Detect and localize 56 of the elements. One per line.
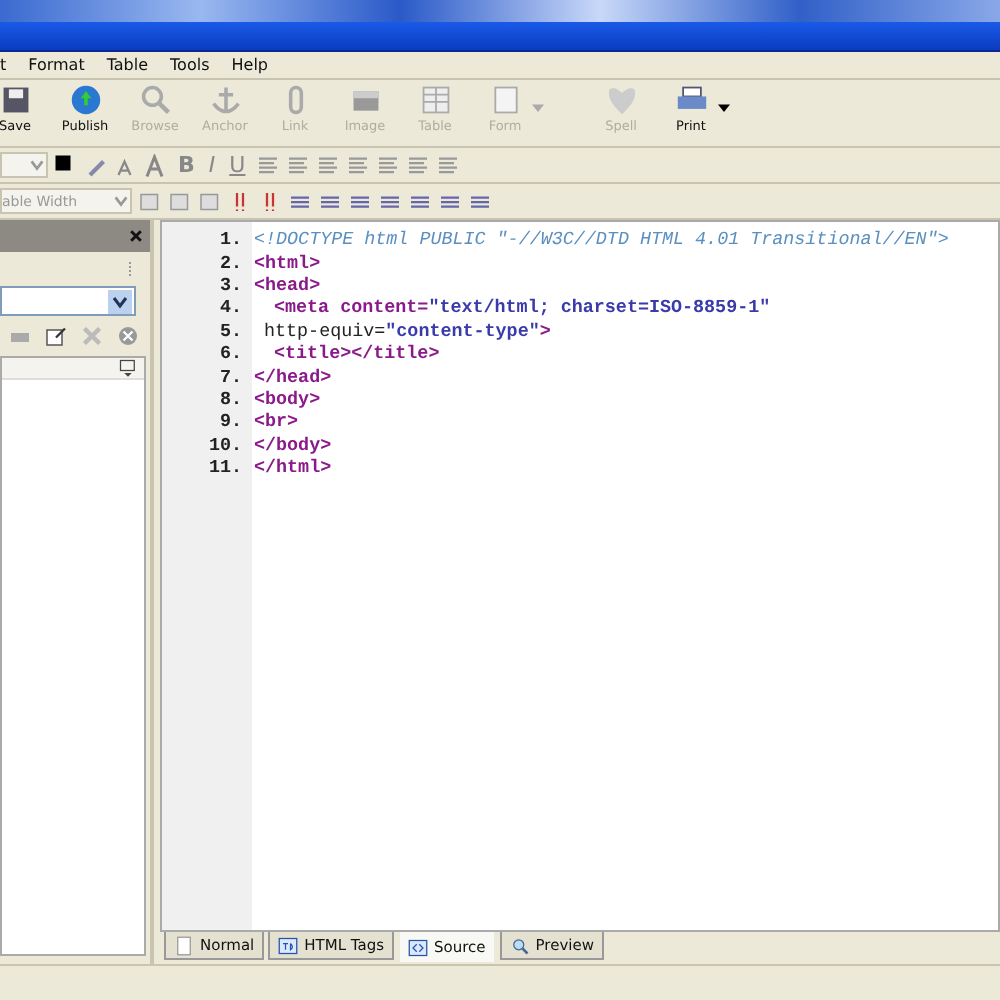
line-number: 7. — [217, 365, 244, 388]
menu-item[interactable]: Table — [106, 56, 149, 74]
code-line: </html> — [254, 456, 332, 479]
chevron-down-icon — [112, 192, 130, 210]
align-left-icon[interactable] — [315, 153, 340, 177]
line-number: 4. — [217, 296, 244, 319]
code-line: </head> — [254, 365, 332, 388]
panel-menu-icon[interactable] — [118, 358, 138, 378]
line-number: 2. — [217, 251, 244, 274]
chevron-down-icon — [28, 156, 46, 174]
code-line: <html> — [254, 251, 321, 274]
anchor-icon — [207, 84, 243, 116]
code-line: <body> — [254, 387, 321, 410]
line-number: 5. — [217, 319, 244, 342]
code-line: </body> — [254, 433, 332, 456]
line-number: 9. — [217, 410, 244, 433]
code-line: <br> — [254, 410, 299, 433]
line-number: 8. — [217, 387, 244, 410]
menu-item[interactable]: Tools — [170, 56, 210, 74]
code-line: <meta content="text/html; charset=ISO-8859-1" — [272, 296, 771, 319]
code-line: <head> — [254, 273, 321, 296]
table-cell-icon[interactable] — [138, 189, 162, 213]
line-number: 6. — [217, 342, 244, 365]
menu-item[interactable]: t — [0, 56, 7, 74]
align-center-icon[interactable] — [345, 153, 370, 177]
delete-icon[interactable] — [80, 324, 104, 348]
edit-icon[interactable] — [44, 324, 68, 348]
menu-item[interactable]: Help — [231, 56, 268, 74]
numbered-list-icon[interactable] — [255, 153, 280, 177]
bullet-list-icon[interactable] — [285, 153, 310, 177]
stop-icon[interactable] — [116, 324, 140, 348]
dropdown-arrow-icon[interactable] — [718, 104, 730, 114]
table-icon — [417, 84, 453, 116]
font-larger-icon[interactable] — [144, 153, 168, 177]
grip-icon[interactable] — [128, 259, 134, 279]
indent-icon[interactable] — [435, 153, 460, 177]
chevron-down-icon — [108, 289, 132, 313]
code-icon — [408, 937, 428, 957]
page-icon — [174, 935, 194, 955]
line-number: 10. — [206, 433, 244, 456]
line-number: 3. — [217, 273, 244, 296]
align-right-icon[interactable] — [375, 153, 400, 177]
magnifier-icon — [137, 84, 173, 116]
close-icon[interactable] — [128, 228, 144, 244]
menu-item[interactable]: Format — [28, 56, 85, 74]
line-number: 11. — [206, 456, 244, 479]
code-line: <!DOCTYPE html PUBLIC "-//W3C//DTD HTML 4.01 Transitional//EN"> — [254, 228, 949, 251]
code-editor[interactable] — [160, 220, 1000, 932]
table-cell-icon — [278, 935, 299, 955]
code-line: http-equiv="content-type"> — [262, 319, 551, 342]
globe-icon — [67, 84, 103, 116]
line-number: 1. — [217, 228, 244, 251]
magnifier-icon — [509, 935, 530, 955]
justify-icon[interactable] — [405, 153, 430, 177]
spell-check-icon — [603, 84, 639, 116]
code-line: <title></title> — [272, 342, 440, 365]
